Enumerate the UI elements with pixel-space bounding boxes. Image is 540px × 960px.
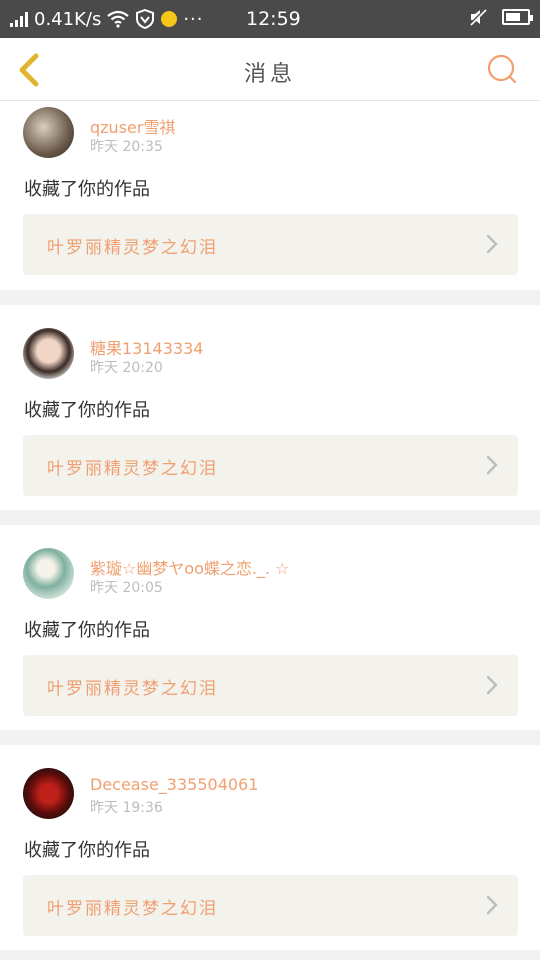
message-card: Decease_335504061 昨天 19:36 收藏了你的作品 叶罗丽精灵… (0, 745, 540, 950)
action-text: 收藏了你的作品 (24, 620, 150, 641)
work-title: 叶罗丽精灵梦之幻泪 (47, 459, 218, 479)
avatar[interactable] (23, 548, 74, 599)
wifi-icon (107, 10, 130, 28)
work-title: 叶罗丽精灵梦之幻泪 (47, 899, 218, 919)
clock: 12:59 (246, 8, 301, 30)
username-link[interactable]: 紫璇☆幽梦ヤoo蝶之恋._. ☆ (90, 555, 290, 579)
message-card: 糖果13143334 昨天 20:20 收藏了你的作品 叶罗丽精灵梦之幻泪 (0, 305, 540, 510)
status-right (468, 7, 533, 27)
work-title: 叶罗丽精灵梦之幻泪 (47, 679, 218, 699)
notification-dot-icon (161, 11, 178, 27)
chevron-right-icon (486, 675, 498, 695)
work-link[interactable]: 叶罗丽精灵梦之幻泪 (23, 214, 518, 275)
action-text: 收藏了你的作品 (24, 840, 150, 861)
username-link[interactable]: Decease_335504061 (90, 775, 258, 794)
message-card: qzuser雪祺 昨天 20:35 收藏了你的作品 叶罗丽精灵梦之幻泪 (0, 101, 540, 290)
shield-icon (136, 9, 155, 29)
mute-icon (468, 7, 488, 27)
page-title: 消息 (243, 62, 296, 87)
work-title: 叶罗丽精灵梦之幻泪 (47, 238, 218, 258)
avatar[interactable] (23, 328, 74, 379)
action-text: 收藏了你的作品 (24, 179, 150, 200)
work-link[interactable]: 叶罗丽精灵梦之幻泪 (23, 655, 518, 716)
battery-icon (502, 9, 533, 25)
message-time: 昨天 20:05 (90, 580, 163, 596)
message-time: 昨天 19:36 (90, 800, 163, 816)
username-link[interactable]: qzuser雪祺 (90, 114, 175, 138)
message-time: 昨天 20:35 (90, 139, 163, 155)
avatar[interactable] (23, 768, 74, 819)
username-link[interactable]: 糖果13143334 (90, 335, 203, 359)
more-notifications-icon: ··· (183, 8, 204, 30)
work-link[interactable]: 叶罗丽精灵梦之幻泪 (23, 875, 518, 936)
avatar[interactable] (23, 107, 74, 158)
status-left: 0.41K/s ··· (10, 9, 204, 30)
network-speed: 0.41K/s (34, 8, 102, 30)
work-link[interactable]: 叶罗丽精灵梦之幻泪 (23, 435, 518, 496)
search-icon[interactable] (486, 53, 518, 85)
action-text: 收藏了你的作品 (24, 400, 150, 421)
status-bar: 0.41K/s ··· 12:59 (0, 0, 540, 38)
message-time: 昨天 20:20 (90, 360, 163, 376)
signal-icon (10, 11, 28, 27)
chevron-right-icon (486, 455, 498, 475)
chevron-right-icon (486, 895, 498, 915)
chevron-right-icon (486, 234, 498, 254)
message-card: 紫璇☆幽梦ヤoo蝶之恋._. ☆ 昨天 20:05 收藏了你的作品 叶罗丽精灵梦… (0, 525, 540, 730)
nav-bar: 消息 (0, 38, 540, 101)
